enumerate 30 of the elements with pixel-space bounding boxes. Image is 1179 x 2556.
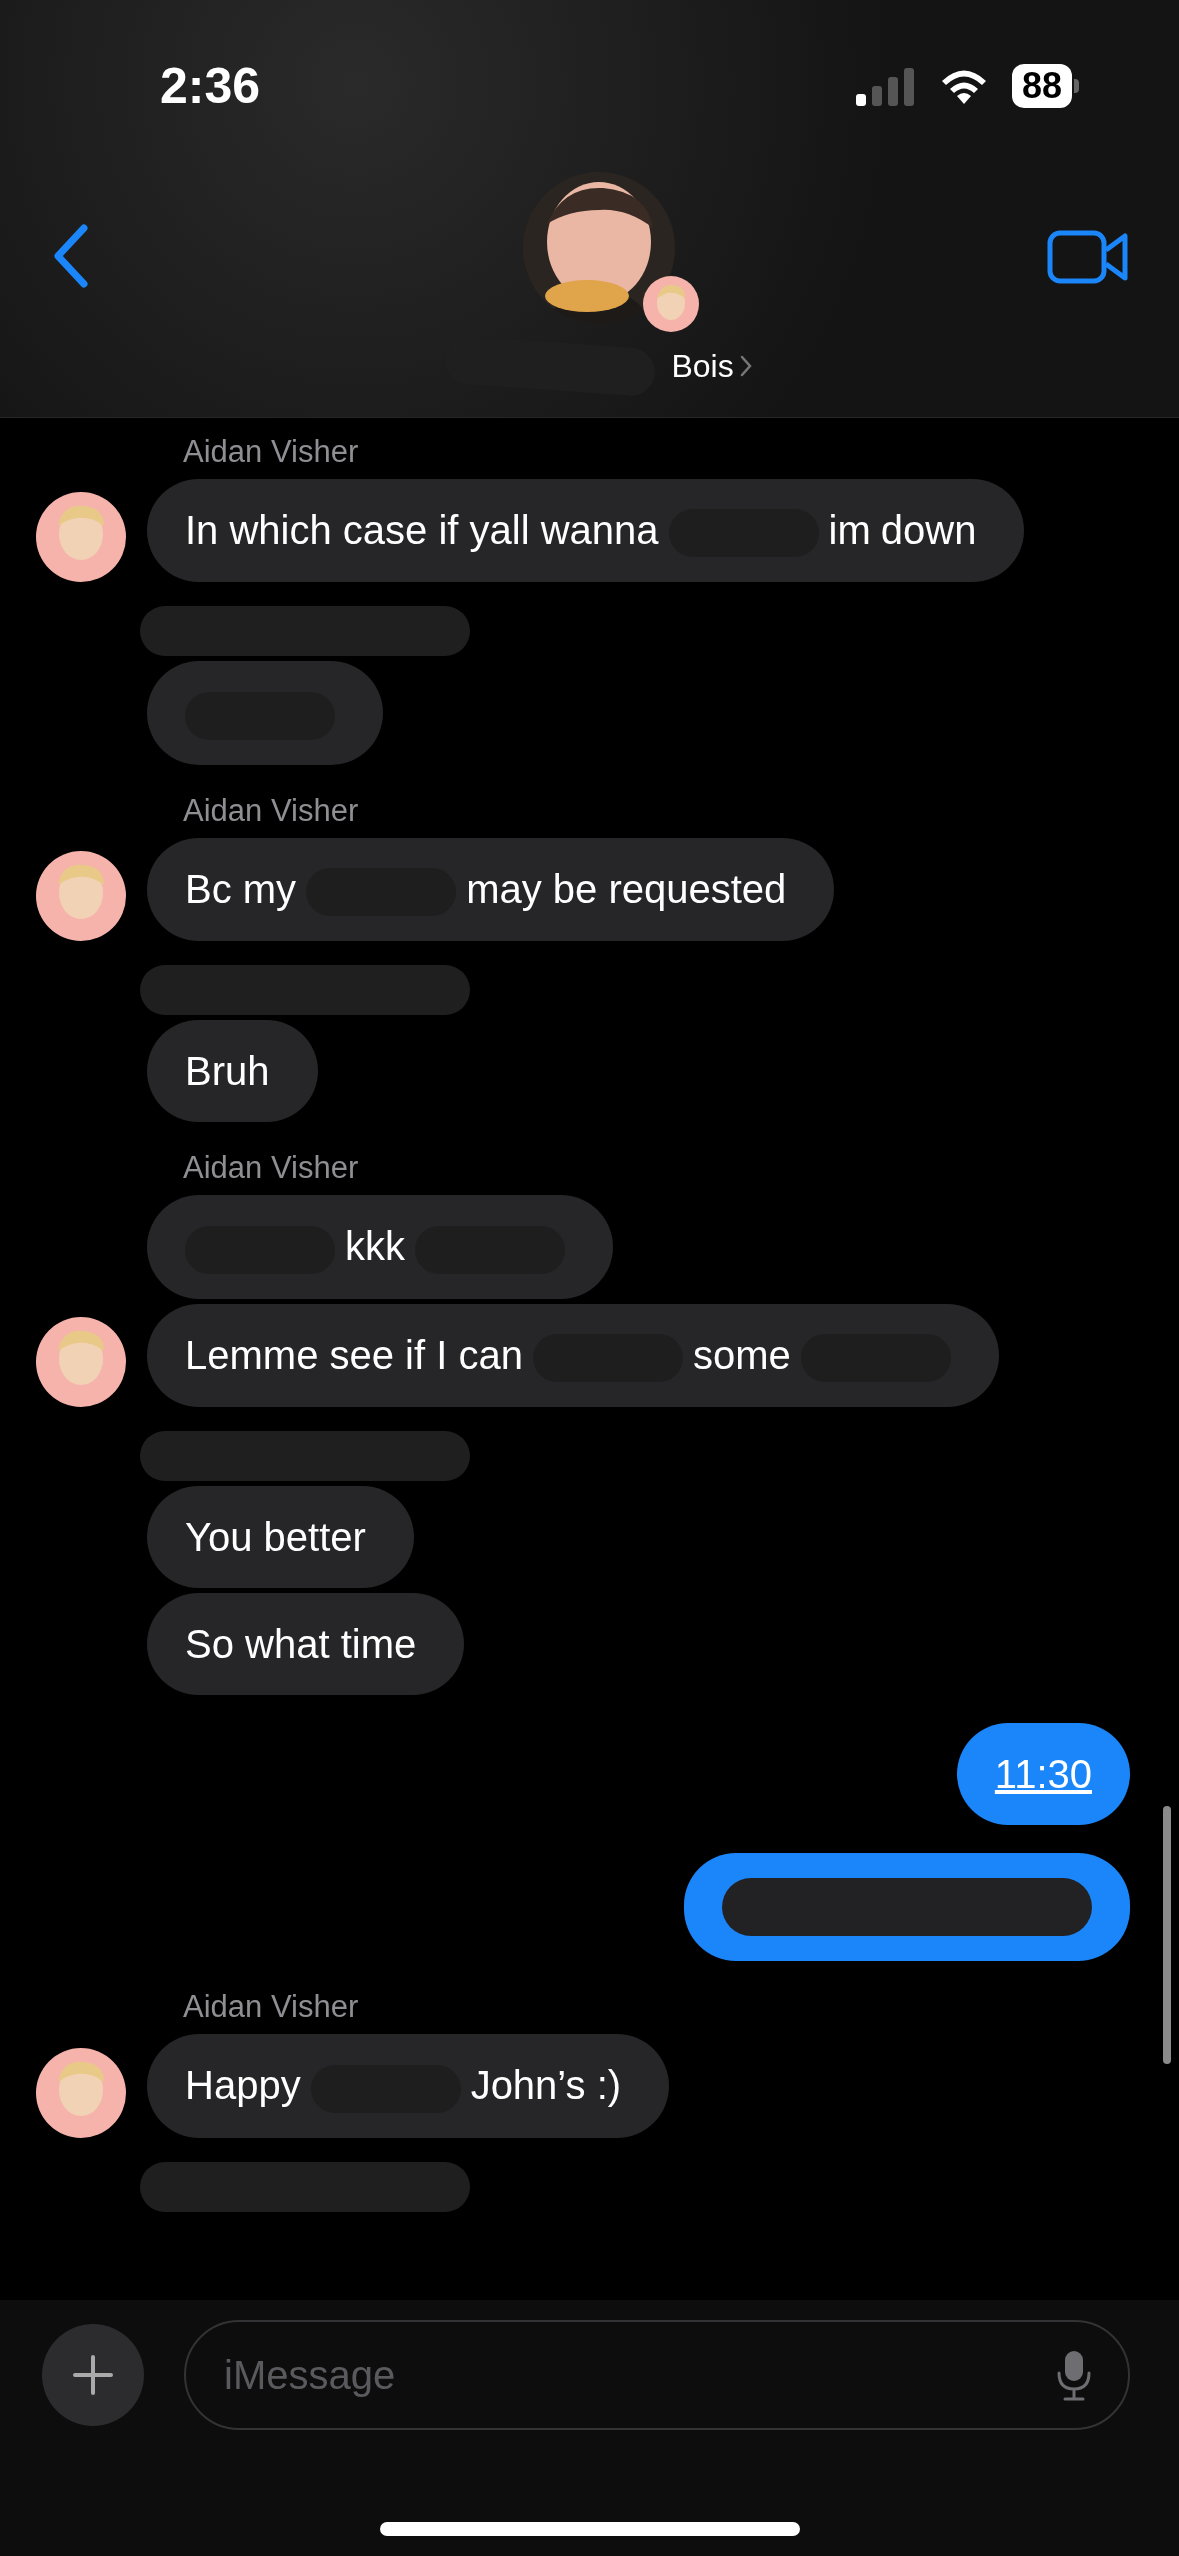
message-text: im <box>828 508 871 552</box>
time-link[interactable]: 11:30 <box>994 1752 1092 1797</box>
message-text: Bruh <box>185 1049 270 1094</box>
video-call-icon[interactable] <box>1047 230 1129 284</box>
signal-icon <box>855 66 916 106</box>
message-text: John’s :) <box>470 2063 622 2108</box>
member-avatar <box>642 276 699 332</box>
message-text: down <box>880 508 977 552</box>
message-text: So what time <box>185 1622 417 1667</box>
status-time: 2:36 <box>160 56 261 116</box>
message-text: In which case if yall wanna <box>185 508 659 552</box>
plus-icon <box>73 2355 113 2395</box>
conversation-title[interactable]: Bois <box>671 342 734 390</box>
message-input[interactable]: iMessage <box>224 2345 824 2405</box>
chevron-icon <box>739 355 752 377</box>
microphone-icon[interactable] <box>1056 2349 1092 2401</box>
message-field[interactable]: iMessage <box>184 2320 1130 2430</box>
battery-level: 88 <box>1011 64 1072 108</box>
sender-name: Aidan Visher <box>183 792 359 828</box>
message-text: You better <box>185 1515 366 1560</box>
message-text: may be requested <box>466 866 787 911</box>
sender-name: Aidan Visher <box>183 1150 359 1186</box>
battery-tip-icon <box>1074 79 1079 93</box>
sender-name: Aidan Visher <box>183 434 359 469</box>
message-text: Bc my <box>185 866 297 911</box>
message-text: Lemme see if I can <box>185 1332 523 1377</box>
sender-name: Aidan Visher <box>183 1989 359 2025</box>
message-text: some <box>692 1332 791 1377</box>
message-text: Happy <box>185 2063 301 2108</box>
message-text: kkk <box>345 1224 405 1269</box>
